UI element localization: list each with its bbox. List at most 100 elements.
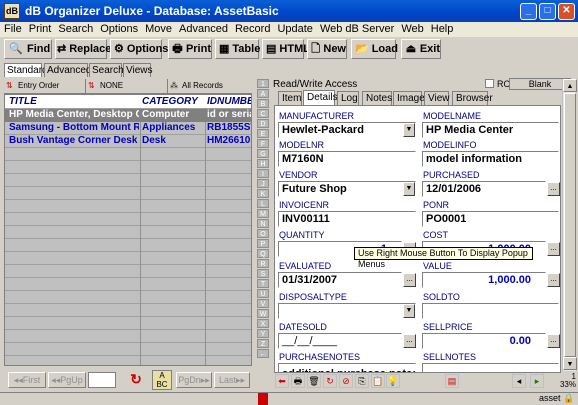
tab-advanced[interactable]: Advanced (44, 63, 91, 77)
tab-item[interactable]: Item (278, 91, 302, 105)
menu-print[interactable]: Print (25, 22, 55, 35)
details-scrollbar[interactable]: ▲ ▼ (562, 79, 577, 371)
tab-views[interactable]: Views (123, 63, 153, 77)
records-filter[interactable]: ⁂ All Records (168, 79, 252, 93)
field-filter[interactable]: ⇅ NONE (86, 79, 168, 93)
minimize-button[interactable]: _ (520, 3, 537, 20)
manufacturer-field[interactable]: Hewlet-Packard (278, 122, 416, 138)
alpha-index-c[interactable]: C (257, 109, 269, 118)
alpha-index-k[interactable]: K (257, 189, 269, 198)
alpha-index-p[interactable]: P (257, 239, 269, 248)
tab-search[interactable]: Search (89, 63, 124, 77)
purchasenotes-field[interactable]: additional purchase notes (278, 363, 416, 372)
scroll-thumb[interactable] (564, 93, 576, 357)
value-field[interactable]: 1,000.00 (422, 272, 546, 288)
menu-file[interactable]: File (0, 22, 25, 35)
alpha-index-t[interactable]: T (257, 279, 269, 288)
options-button[interactable]: ⚙ Options (110, 39, 168, 59)
tab-view[interactable]: View (424, 91, 450, 105)
alpha-index-s[interactable]: S (257, 269, 269, 278)
exit-button[interactable]: ⏏ Exit (401, 39, 441, 59)
alpha-index-f[interactable]: F (257, 139, 269, 148)
next-record-icon[interactable]: ▸ (530, 374, 544, 388)
menu-help[interactable]: Help (427, 22, 457, 35)
first-button[interactable]: ◂◂First (8, 372, 46, 388)
prev-record-icon[interactable]: ◂ (512, 374, 526, 388)
alpha-index-h[interactable]: H (257, 159, 269, 168)
col-category-header[interactable]: CATEGORY (142, 96, 198, 107)
value-editor-icon[interactable]: ... (547, 273, 560, 287)
evaluated-date-picker-icon[interactable]: ... (403, 273, 416, 287)
alpha-index-d[interactable]: D (257, 119, 269, 128)
manufacturer-dropdown-icon[interactable]: ▼ (403, 123, 415, 137)
alpha-index-m[interactable]: M (257, 209, 269, 218)
maximize-button[interactable]: □ (539, 3, 556, 20)
delete-icon[interactable]: 🗑 (307, 374, 321, 388)
table-row[interactable]: HP Media Center, Desktop Co Computer id … (5, 109, 251, 122)
vendor-field[interactable]: Future Shop (278, 181, 416, 197)
alpha-index-w[interactable]: W (257, 309, 269, 318)
sellprice-editor-icon[interactable]: ... (547, 334, 560, 348)
invoicenr-field[interactable]: INV00111 (278, 211, 416, 227)
alpha-index-y[interactable]: Y (257, 329, 269, 338)
menu-advanced[interactable]: Advanced (175, 22, 231, 35)
datesold-date-picker-icon[interactable]: ... (403, 334, 416, 348)
alpha-index-n[interactable]: N (257, 219, 269, 228)
alpha-index-a[interactable]: A (257, 89, 269, 98)
disposaltype-dropdown-icon[interactable]: ▼ (403, 304, 415, 318)
table-row[interactable]: Samsung - Bottom Mount Ref Appliances RB… (5, 122, 251, 135)
alpha-index-q[interactable]: Q (257, 249, 269, 258)
tab-browser[interactable]: Browser (452, 91, 493, 105)
alpha-index-x[interactable]: X (257, 319, 269, 328)
alpha-index-z[interactable]: Z (257, 339, 269, 348)
html-button[interactable]: ▤ HTML (262, 39, 310, 59)
new-button[interactable]: 🗋 New (307, 39, 347, 59)
ponr-field[interactable]: PO0001 (422, 211, 559, 227)
modelname-field[interactable]: HP Media Center (422, 122, 559, 138)
alpha-index-i[interactable]: I (257, 169, 269, 178)
alpha-index-j[interactable]: J (257, 179, 269, 188)
back-arrow-icon[interactable]: ⬅ (275, 374, 289, 388)
purchased-field[interactable]: 12/01/2006 (422, 181, 546, 197)
menu-options[interactable]: Options (96, 22, 141, 35)
alpha-index-u[interactable]: U (257, 289, 269, 298)
sellprice-field[interactable]: 0.00 (422, 333, 546, 349)
alpha-index-o[interactable]: O (257, 229, 269, 238)
alpha-index-1[interactable]: 1 (257, 79, 269, 88)
alpha-index-b[interactable]: B (257, 99, 269, 108)
records-grid[interactable]: TITLE CATEGORY IDNUMBER HP Media Center,… (4, 94, 252, 366)
table-button[interactable]: ▦ Table (215, 39, 260, 59)
menu-web[interactable]: Web (397, 22, 426, 35)
tab-details[interactable]: Details (303, 90, 338, 105)
last-button[interactable]: Last▸▸ (214, 372, 250, 388)
close-button[interactable]: ✕ (558, 3, 575, 20)
table-row[interactable]: Bush Vantage Corner Desk Desk HM26610.4 (5, 135, 251, 148)
tab-standard[interactable]: Standard (4, 63, 48, 77)
disposaltype-field[interactable] (278, 303, 416, 319)
replace-button[interactable]: ⇄ Replace (55, 39, 111, 59)
tab-log[interactable]: Log (337, 91, 359, 105)
scroll-up-icon[interactable]: ▲ (563, 79, 577, 92)
alpha-index-l[interactable]: L (257, 199, 269, 208)
tab-image[interactable]: Image (393, 91, 425, 105)
datesold-field[interactable]: __/__/____ (278, 333, 402, 349)
tab-notes[interactable]: Notes (362, 91, 392, 105)
alpha-index-e[interactable]: E (257, 129, 269, 138)
print-record-icon[interactable]: 🖶 (291, 374, 305, 388)
menu-web-db-server[interactable]: Web dB Server (316, 22, 397, 35)
lock-icon[interactable]: ⊘ (339, 374, 353, 388)
modelnr-field[interactable]: M7160N (278, 151, 416, 167)
hint-lightbulb-icon[interactable]: 💡 (386, 374, 400, 388)
print-button[interactable]: 🖶 Print (168, 39, 212, 59)
ro-checkbox[interactable] (485, 79, 494, 88)
alpha-index-v[interactable]: V (257, 299, 269, 308)
menu-update[interactable]: Update (273, 22, 315, 35)
pgdn-button[interactable]: PgDn▸▸ (176, 372, 212, 388)
menu-move[interactable]: Move (141, 22, 175, 35)
menu-record[interactable]: Record (231, 22, 273, 35)
cost-editor-icon[interactable]: ... (547, 242, 560, 256)
vendor-dropdown-icon[interactable]: ▼ (403, 182, 415, 196)
refresh-icon[interactable]: ↻ (128, 371, 144, 388)
load-button[interactable]: 📂 Load (351, 39, 398, 59)
modelinfo-field[interactable]: model information (422, 151, 559, 167)
